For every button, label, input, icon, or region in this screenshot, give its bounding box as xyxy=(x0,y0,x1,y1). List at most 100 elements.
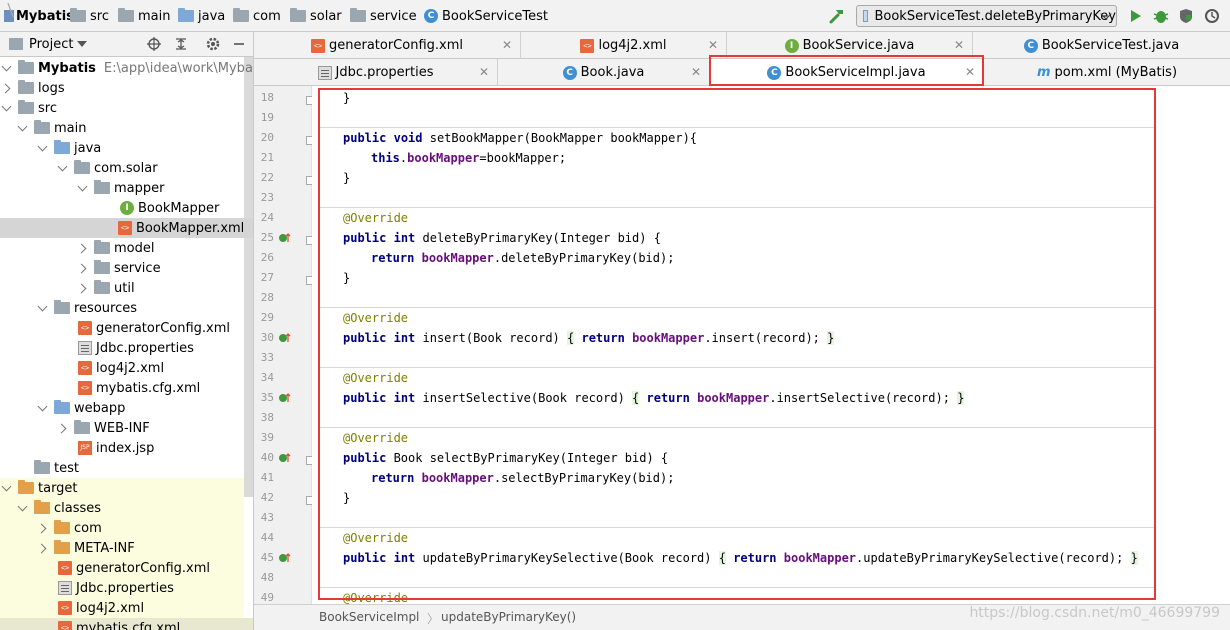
debug-bug-icon[interactable] xyxy=(1152,7,1170,25)
tree-item-target[interactable]: target xyxy=(0,478,253,498)
collapse-all-icon[interactable] xyxy=(173,36,189,52)
close-icon[interactable]: ✕ xyxy=(691,65,701,79)
implements-method-icon[interactable] xyxy=(278,551,292,565)
chevron-down-icon[interactable] xyxy=(2,483,12,493)
tree-item-label: BookMapper.xml xyxy=(136,220,245,236)
chevron-down-icon[interactable] xyxy=(2,103,12,113)
breadcrumb-solar[interactable]: solar xyxy=(290,7,342,25)
tree-item-mybatis-cfg[interactable]: <> mybatis.cfg.xml xyxy=(0,378,253,398)
profiler-icon[interactable] xyxy=(1203,7,1221,25)
hide-panel-icon[interactable] xyxy=(231,36,247,52)
tree-item-test[interactable]: test xyxy=(0,458,253,478)
close-icon[interactable]: ✕ xyxy=(954,38,964,52)
tree-item-bookmapper[interactable]: I BookMapper xyxy=(0,198,253,218)
tab-bookservice[interactable]: I BookService.java ✕ xyxy=(727,32,973,59)
tree-item-target-generatorconfig[interactable]: <> generatorConfig.xml xyxy=(0,558,253,578)
breadcrumb-class-name[interactable]: BookServiceImpl xyxy=(319,610,419,624)
implements-method-icon[interactable] xyxy=(278,331,292,345)
line-number: 29 xyxy=(260,311,274,324)
breadcrumb-service[interactable]: service xyxy=(350,7,417,25)
tree-item-root[interactable]: Mybatis E:\app\idea\work\Mybatis xyxy=(0,58,253,78)
tree-item-main[interactable]: main xyxy=(0,118,253,138)
chevron-down-icon[interactable] xyxy=(2,63,12,73)
breadcrumb-com[interactable]: com xyxy=(233,7,281,25)
chevron-right-icon[interactable] xyxy=(38,543,48,553)
gear-icon[interactable] xyxy=(205,36,221,52)
project-view-dropdown-icon[interactable] xyxy=(77,41,87,47)
close-icon[interactable]: ✕ xyxy=(479,65,489,79)
method-separator xyxy=(320,427,1154,428)
chevron-right-icon[interactable] xyxy=(78,283,88,293)
tree-item-label: Mybatis xyxy=(38,60,96,76)
chevron-down-icon[interactable] xyxy=(38,403,48,413)
tree-item-label: resources xyxy=(74,300,138,316)
tree-item-java[interactable]: java xyxy=(0,138,253,158)
code-editor[interactable]: } public void setBookMapper(BookMapper b… xyxy=(312,86,1230,604)
breadcrumb-class[interactable]: C BookServiceTest xyxy=(424,7,548,25)
chevron-right-icon[interactable] xyxy=(78,243,88,253)
close-icon[interactable]: ✕ xyxy=(502,38,512,52)
tree-item-util[interactable]: util xyxy=(0,278,253,298)
breadcrumb-project[interactable]: Mybatis xyxy=(4,7,74,25)
locate-target-icon[interactable] xyxy=(146,36,162,52)
chevron-right-icon[interactable] xyxy=(38,523,48,533)
close-icon[interactable]: ✕ xyxy=(708,38,718,52)
tree-item-web-inf[interactable]: WEB-INF xyxy=(0,418,253,438)
tree-item-jdbc-properties[interactable]: Jdbc.properties xyxy=(0,338,253,358)
tree-item-target-log4j2[interactable]: <> log4j2.xml xyxy=(0,598,253,618)
chevron-down-icon[interactable] xyxy=(58,163,68,173)
build-hammer-icon[interactable] xyxy=(828,7,846,25)
tab-bookserviceimpl[interactable]: C BookServiceImpl.java ✕ xyxy=(710,59,984,86)
tree-item-label: src xyxy=(38,100,57,116)
tree-item-classes-com[interactable]: com xyxy=(0,518,253,538)
breadcrumb-src[interactable]: src xyxy=(70,7,109,25)
tree-item-bookmapper-xml[interactable]: <> BookMapper.xml xyxy=(0,218,253,238)
tree-item-model[interactable]: model xyxy=(0,238,253,258)
chevron-down-icon[interactable] xyxy=(78,183,88,193)
tab-bookservicetest[interactable]: C BookServiceTest.java xyxy=(973,32,1230,59)
line-number: 25 xyxy=(260,231,274,244)
chevron-down-icon[interactable] xyxy=(38,303,48,313)
tree-item-com-solar[interactable]: com.solar xyxy=(0,158,253,178)
tree-item-target-mybatis-cfg[interactable]: <> mybatis.cfg.xml xyxy=(0,618,253,630)
folder-icon xyxy=(70,8,86,22)
run-configuration-select[interactable]: BookServiceTest.deleteByPrimaryKey xyxy=(856,5,1117,27)
tree-item-mapper[interactable]: mapper xyxy=(0,178,253,198)
class-icon: C xyxy=(562,65,577,80)
breadcrumb-java[interactable]: java xyxy=(178,7,225,25)
chevron-right-icon[interactable] xyxy=(2,83,12,93)
code-line: @Override xyxy=(343,211,409,225)
tab-generatorconfig[interactable]: <> generatorConfig.xml ✕ xyxy=(254,32,521,59)
tree-item-index-jsp[interactable]: JSP index.jsp xyxy=(0,438,253,458)
breadcrumb-method-name[interactable]: updateByPrimaryKey() xyxy=(441,610,576,624)
project-view-title[interactable]: Project xyxy=(29,37,73,52)
coverage-shield-icon[interactable] xyxy=(1177,7,1195,25)
breadcrumb-main[interactable]: main xyxy=(118,7,170,25)
chevron-down-icon[interactable] xyxy=(18,123,28,133)
chevron-down-icon[interactable] xyxy=(18,503,28,513)
tree-item-src[interactable]: src xyxy=(0,98,253,118)
tree-item-target-jdbc[interactable]: Jdbc.properties xyxy=(0,578,253,598)
implements-method-icon[interactable] xyxy=(278,451,292,465)
tab-pom[interactable]: m pom.xml (MyBatis) xyxy=(984,59,1230,86)
tree-item-webapp[interactable]: webapp xyxy=(0,398,253,418)
tree-item-log4j2[interactable]: <> log4j2.xml xyxy=(0,358,253,378)
close-icon[interactable]: ✕ xyxy=(965,65,975,79)
chevron-down-icon[interactable] xyxy=(38,143,48,153)
tree-item-generatorconfig[interactable]: <> generatorConfig.xml xyxy=(0,318,253,338)
tree-item-logs[interactable]: logs xyxy=(0,78,253,98)
tree-item-meta-inf[interactable]: META-INF xyxy=(0,538,253,558)
xml-file-icon: <> xyxy=(78,361,92,375)
breadcrumb-label: BookServiceTest xyxy=(442,8,548,24)
run-icon[interactable] xyxy=(1127,7,1145,25)
chevron-right-icon[interactable] xyxy=(78,263,88,273)
tree-item-classes[interactable]: classes xyxy=(0,498,253,518)
chevron-right-icon[interactable] xyxy=(58,423,68,433)
tab-log4j2[interactable]: <> log4j2.xml ✕ xyxy=(521,32,727,59)
tree-item-service[interactable]: service xyxy=(0,258,253,278)
implements-method-icon[interactable] xyxy=(278,391,292,405)
tree-item-resources[interactable]: resources xyxy=(0,298,253,318)
tab-jdbc-properties[interactable]: Jdbc.properties ✕ xyxy=(254,59,498,86)
implements-method-icon[interactable] xyxy=(278,231,292,245)
tab-book[interactable]: C Book.java ✕ xyxy=(498,59,710,86)
